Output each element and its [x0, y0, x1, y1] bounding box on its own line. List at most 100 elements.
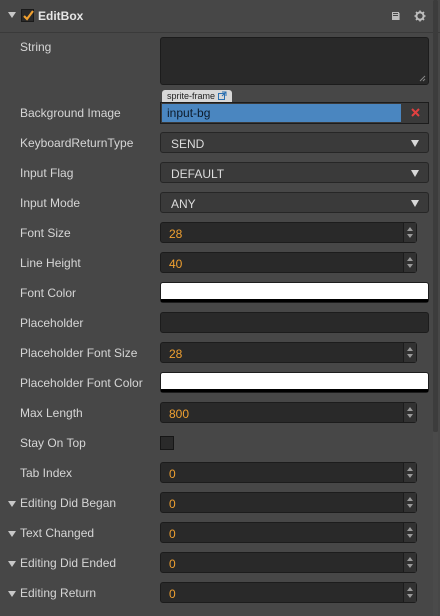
dropdown-caret-icon	[411, 140, 419, 147]
number-stepper[interactable]	[403, 223, 416, 242]
select-value: ANY	[171, 197, 196, 211]
alpha-bar	[161, 299, 428, 302]
event-count-input[interactable]: 0	[160, 492, 417, 513]
number-value: 40	[169, 257, 183, 271]
number-value: 28	[169, 227, 183, 241]
expand-arrow-icon[interactable]	[8, 561, 16, 567]
prop-stay-on-top: Stay On Top	[0, 428, 432, 458]
step-up-icon[interactable]	[407, 557, 413, 561]
event-editing-did-ended: Editing Did Ended 0	[0, 548, 432, 578]
prop-label: Background Image	[20, 106, 121, 120]
resize-handle-icon[interactable]	[419, 75, 426, 82]
prop-label: Placeholder	[20, 316, 84, 330]
number-stepper[interactable]	[403, 523, 416, 542]
number-stepper[interactable]	[403, 553, 416, 572]
max-length-input[interactable]: 800	[160, 402, 417, 423]
number-stepper[interactable]	[403, 403, 416, 422]
expand-arrow-icon[interactable]	[8, 591, 16, 597]
prop-placeholder-font-size: Placeholder Font Size 28	[0, 338, 432, 368]
prop-placeholder: Placeholder	[0, 308, 432, 338]
step-up-icon[interactable]	[407, 407, 413, 411]
collapse-arrow-icon[interactable]	[8, 12, 16, 18]
select-value: SEND	[171, 137, 205, 151]
number-stepper[interactable]	[403, 583, 416, 602]
prop-label: Input Flag	[20, 166, 74, 180]
placeholder-font-size-input[interactable]: 28	[160, 342, 417, 363]
tab-index-input[interactable]: 0	[160, 462, 417, 483]
step-down-icon[interactable]	[407, 504, 413, 508]
prop-tab-index: Tab Index 0	[0, 458, 432, 488]
number-value: 0	[169, 587, 176, 601]
enabled-checkbox[interactable]	[21, 9, 34, 22]
prop-placeholder-font-color: Placeholder Font Color	[0, 368, 432, 398]
event-label: Editing Return	[20, 586, 97, 600]
event-label: Text Changed	[20, 526, 95, 540]
keyboard-return-type-select[interactable]: SEND	[160, 132, 429, 153]
step-up-icon[interactable]	[407, 587, 413, 591]
number-value: 0	[169, 557, 176, 571]
number-value: 0	[169, 467, 176, 481]
number-stepper[interactable]	[403, 253, 416, 272]
prop-font-size: Font Size 28	[0, 218, 432, 248]
dropdown-caret-icon	[411, 170, 419, 177]
scrollbar-thumb[interactable]	[433, 0, 438, 432]
line-height-input[interactable]: 40	[160, 252, 417, 273]
stay-on-top-checkbox[interactable]	[160, 436, 174, 450]
step-up-icon[interactable]	[407, 527, 413, 531]
step-down-icon[interactable]	[407, 264, 413, 268]
step-down-icon[interactable]	[407, 414, 413, 418]
number-stepper[interactable]	[403, 463, 416, 482]
asset-value-box[interactable]: input-bg	[162, 104, 401, 122]
step-up-icon[interactable]	[407, 497, 413, 501]
event-count-input[interactable]: 0	[160, 522, 417, 543]
step-down-icon[interactable]	[407, 534, 413, 538]
event-label: Editing Did Ended	[20, 556, 117, 570]
prop-label: Stay On Top	[20, 436, 86, 450]
step-up-icon[interactable]	[407, 227, 413, 231]
number-stepper[interactable]	[403, 343, 416, 362]
expand-arrow-icon[interactable]	[8, 531, 16, 537]
gear-icon[interactable]	[414, 10, 426, 22]
expand-arrow-icon[interactable]	[8, 501, 16, 507]
dropdown-caret-icon	[411, 200, 419, 207]
event-count-input[interactable]: 0	[160, 582, 417, 603]
step-down-icon[interactable]	[407, 594, 413, 598]
placeholder-font-color-swatch[interactable]	[160, 372, 429, 393]
prop-label: Font Size	[20, 226, 71, 240]
step-down-icon[interactable]	[407, 564, 413, 568]
string-textarea[interactable]	[160, 37, 429, 85]
number-value: 0	[169, 527, 176, 541]
font-size-input[interactable]: 28	[160, 222, 417, 243]
scrollbar-track[interactable]	[433, 432, 438, 616]
step-down-icon[interactable]	[407, 354, 413, 358]
alpha-bar	[161, 389, 428, 392]
prop-label: Placeholder Font Size	[20, 346, 138, 360]
step-down-icon[interactable]	[407, 234, 413, 238]
input-mode-select[interactable]: ANY	[160, 192, 429, 213]
step-down-icon[interactable]	[407, 474, 413, 478]
prop-input-mode: Input Mode ANY	[0, 188, 432, 218]
component-title: EditBox	[38, 9, 84, 23]
font-color-swatch[interactable]	[160, 282, 429, 303]
event-label: Editing Did Began	[20, 496, 117, 510]
prop-line-height: Line Height 40	[0, 248, 432, 278]
asset-field[interactable]: input-bg	[160, 102, 429, 124]
prop-font-color: Font Color	[0, 278, 432, 308]
placeholder-input[interactable]	[160, 312, 429, 333]
prop-label: KeyboardReturnType	[20, 136, 134, 150]
select-value: DEFAULT	[171, 167, 225, 181]
prop-input-flag: Input Flag DEFAULT	[0, 158, 432, 188]
step-up-icon[interactable]	[407, 347, 413, 351]
step-up-icon[interactable]	[407, 467, 413, 471]
book-icon[interactable]	[390, 10, 402, 22]
input-flag-select[interactable]: DEFAULT	[160, 162, 429, 183]
prop-label: Tab Index	[20, 466, 73, 480]
prop-label: Max Length	[20, 406, 83, 420]
event-count-input[interactable]: 0	[160, 552, 417, 573]
prop-label: Placeholder Font Color	[20, 376, 143, 390]
prop-label: Input Mode	[20, 196, 81, 210]
asset-type-label: sprite-frame	[167, 91, 216, 101]
remove-asset-icon[interactable]	[411, 108, 420, 117]
number-stepper[interactable]	[403, 493, 416, 512]
step-up-icon[interactable]	[407, 257, 413, 261]
